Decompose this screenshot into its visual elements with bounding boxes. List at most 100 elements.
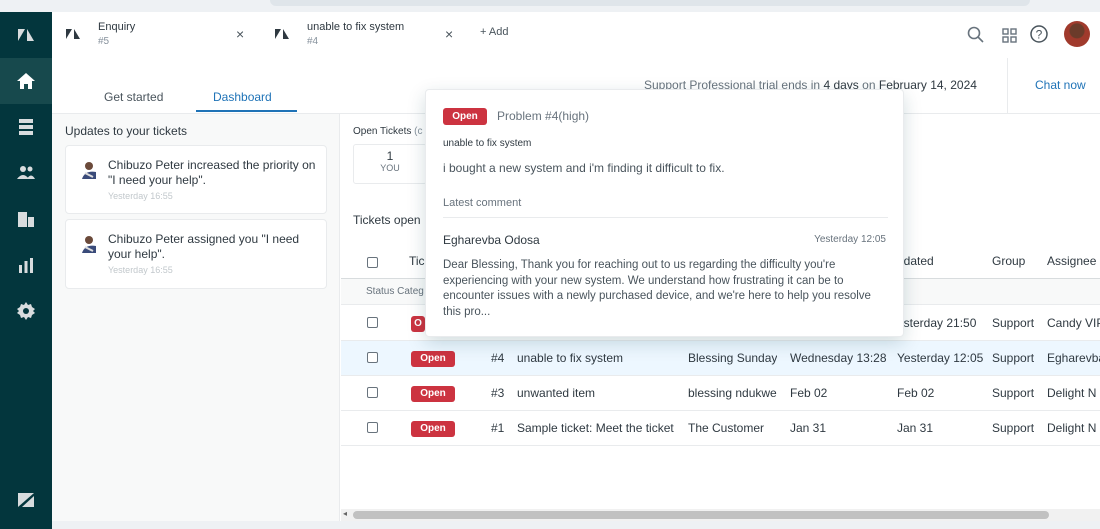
cell-assignee: Delight N	[1047, 386, 1097, 400]
select-all-checkbox[interactable]	[367, 257, 378, 268]
you-count: 1	[386, 149, 394, 163]
update-card[interactable]: Chibuzo Peter assigned you "I need your …	[65, 219, 327, 289]
popover-title: Problem #4(high)	[497, 109, 590, 123]
cell-requested: Wednesday 13:28	[790, 351, 887, 365]
cell-id: #3	[491, 386, 505, 400]
apps-grid-icon[interactable]	[1000, 26, 1020, 46]
header-divider	[1007, 58, 1008, 114]
update-actor: Chibuzo Peter	[108, 232, 185, 246]
update-actor: Chibuzo Peter	[108, 158, 185, 172]
you-count-box[interactable]: 1 YOU	[353, 144, 427, 184]
tab-enquiry[interactable]: Enquiry #5 ×	[52, 12, 257, 58]
table-row[interactable]: Open #3 unwanted item blessing ndukwe Fe…	[341, 376, 1100, 411]
updates-title: Updates to your tickets	[65, 124, 188, 138]
row-checkbox[interactable]	[367, 352, 378, 363]
open-tickets-suffix: (c	[414, 126, 423, 137]
user-avatar[interactable]	[1064, 21, 1090, 47]
cell-id: #4	[491, 351, 505, 365]
cell-id: #1	[491, 421, 505, 435]
status-category-label: Status Categ	[366, 286, 424, 297]
status-badge: Open	[411, 421, 455, 437]
cell-subject[interactable]: unable to fix system	[517, 351, 623, 365]
row-checkbox[interactable]	[367, 422, 378, 433]
status-badge: Open	[443, 108, 487, 125]
update-card[interactable]: Chibuzo Peter increased the priority on …	[65, 145, 327, 214]
cell-group: Support	[992, 386, 1035, 400]
search-icon[interactable]	[966, 25, 986, 45]
tab-name: Enquiry	[98, 21, 136, 33]
tab-number: #4	[307, 36, 319, 47]
horizontal-scrollbar[interactable]: ◂	[341, 509, 1100, 521]
column-assignee[interactable]: Assignee	[1047, 254, 1096, 268]
cell-requested: Jan 31	[790, 421, 827, 435]
popover-subject: unable to fix system	[443, 138, 532, 149]
scrollbar-thumb[interactable]	[353, 511, 1049, 519]
organizations-icon[interactable]	[0, 196, 52, 242]
admin-gear-icon[interactable]	[0, 288, 52, 334]
tab-name: unable to fix system	[307, 21, 405, 33]
cell-assignee: Delight N	[1047, 421, 1097, 435]
close-icon[interactable]: ×	[445, 26, 453, 42]
cell-updated: Yesterday 12:05	[897, 351, 984, 365]
cell-subject[interactable]: unwanted item	[517, 386, 595, 400]
cell-group: Support	[992, 351, 1035, 365]
zendesk-z-icon[interactable]	[0, 477, 52, 523]
tab-dashboard[interactable]: Dashboard	[213, 90, 272, 104]
chat-now-link[interactable]: Chat now	[1035, 78, 1086, 92]
status-badge: O	[411, 316, 425, 332]
updates-panel: Updates to your tickets Chibuzo Peter in…	[52, 114, 340, 529]
cell-assignee: Candy VIP	[1047, 316, 1100, 330]
browser-address-bar	[270, 0, 1030, 6]
column-group[interactable]: Group	[992, 254, 1025, 268]
cell-subject[interactable]: Sample ticket: Meet the ticket	[517, 421, 674, 435]
status-badge: Open	[411, 386, 455, 402]
zendesk-logo-icon[interactable]	[0, 12, 52, 58]
customers-icon[interactable]	[0, 150, 52, 196]
avatar	[82, 162, 96, 179]
tab-get-started[interactable]: Get started	[104, 90, 163, 104]
row-checkbox[interactable]	[367, 317, 378, 328]
ticket-icon	[66, 29, 80, 39]
table-row[interactable]: Open #4 unable to fix system Blessing Su…	[341, 341, 1100, 376]
update-action: assigned	[187, 232, 236, 246]
popover-divider	[443, 217, 888, 218]
active-tab-indicator	[196, 110, 297, 112]
cell-requester: blessing ndukwe	[688, 386, 777, 400]
tickets-open-title: Tickets open	[353, 213, 421, 227]
ticket-tab-bar: Enquiry #5 × unable to fix system #4 × +…	[52, 12, 1100, 58]
ticket-icon	[275, 29, 289, 39]
table-row[interactable]: Open #1 Sample ticket: Meet the ticket T…	[341, 411, 1100, 446]
status-badge: Open	[411, 351, 455, 367]
avatar	[82, 236, 96, 253]
cell-requester: The Customer	[688, 421, 765, 435]
open-tickets-text: Open Tickets	[353, 126, 412, 137]
update-action: increased the priority	[187, 158, 299, 172]
update-time: Yesterday 16:55	[108, 191, 173, 201]
reporting-icon[interactable]	[0, 242, 52, 288]
help-icon[interactable]: ?	[1029, 24, 1049, 44]
cell-group: Support	[992, 316, 1035, 330]
update-time: Yesterday 16:55	[108, 265, 173, 275]
add-tab-button[interactable]: + Add	[480, 26, 508, 38]
row-checkbox[interactable]	[367, 387, 378, 398]
you-label: YOU	[380, 163, 400, 173]
comment-author: Egharevba Odosa	[443, 233, 540, 247]
comment-time: Yesterday 12:05	[814, 234, 886, 245]
popover-description: i bought a new system and i'm finding it…	[443, 161, 725, 175]
tab-number: #5	[98, 36, 110, 47]
views-icon[interactable]	[0, 104, 52, 150]
cell-requested: Feb 02	[790, 386, 828, 400]
close-icon[interactable]: ×	[236, 26, 244, 42]
cell-updated: esterday 21:50	[897, 316, 977, 330]
scroll-left-arrow-icon[interactable]: ◂	[343, 509, 347, 518]
cell-updated: Jan 31	[897, 421, 934, 435]
tab-unable-to-fix-system[interactable]: unable to fix system #4 ×	[261, 12, 471, 58]
bottom-strip	[52, 521, 1100, 529]
cell-group: Support	[992, 421, 1035, 435]
cell-requester: Blessing Sunday	[688, 351, 778, 365]
open-tickets-label: Open Tickets (c	[353, 126, 422, 137]
left-navigation	[0, 12, 52, 529]
home-icon[interactable]	[0, 58, 52, 104]
column-ticket[interactable]: Tic	[409, 254, 425, 268]
cell-assignee: Egharevba	[1047, 351, 1100, 365]
